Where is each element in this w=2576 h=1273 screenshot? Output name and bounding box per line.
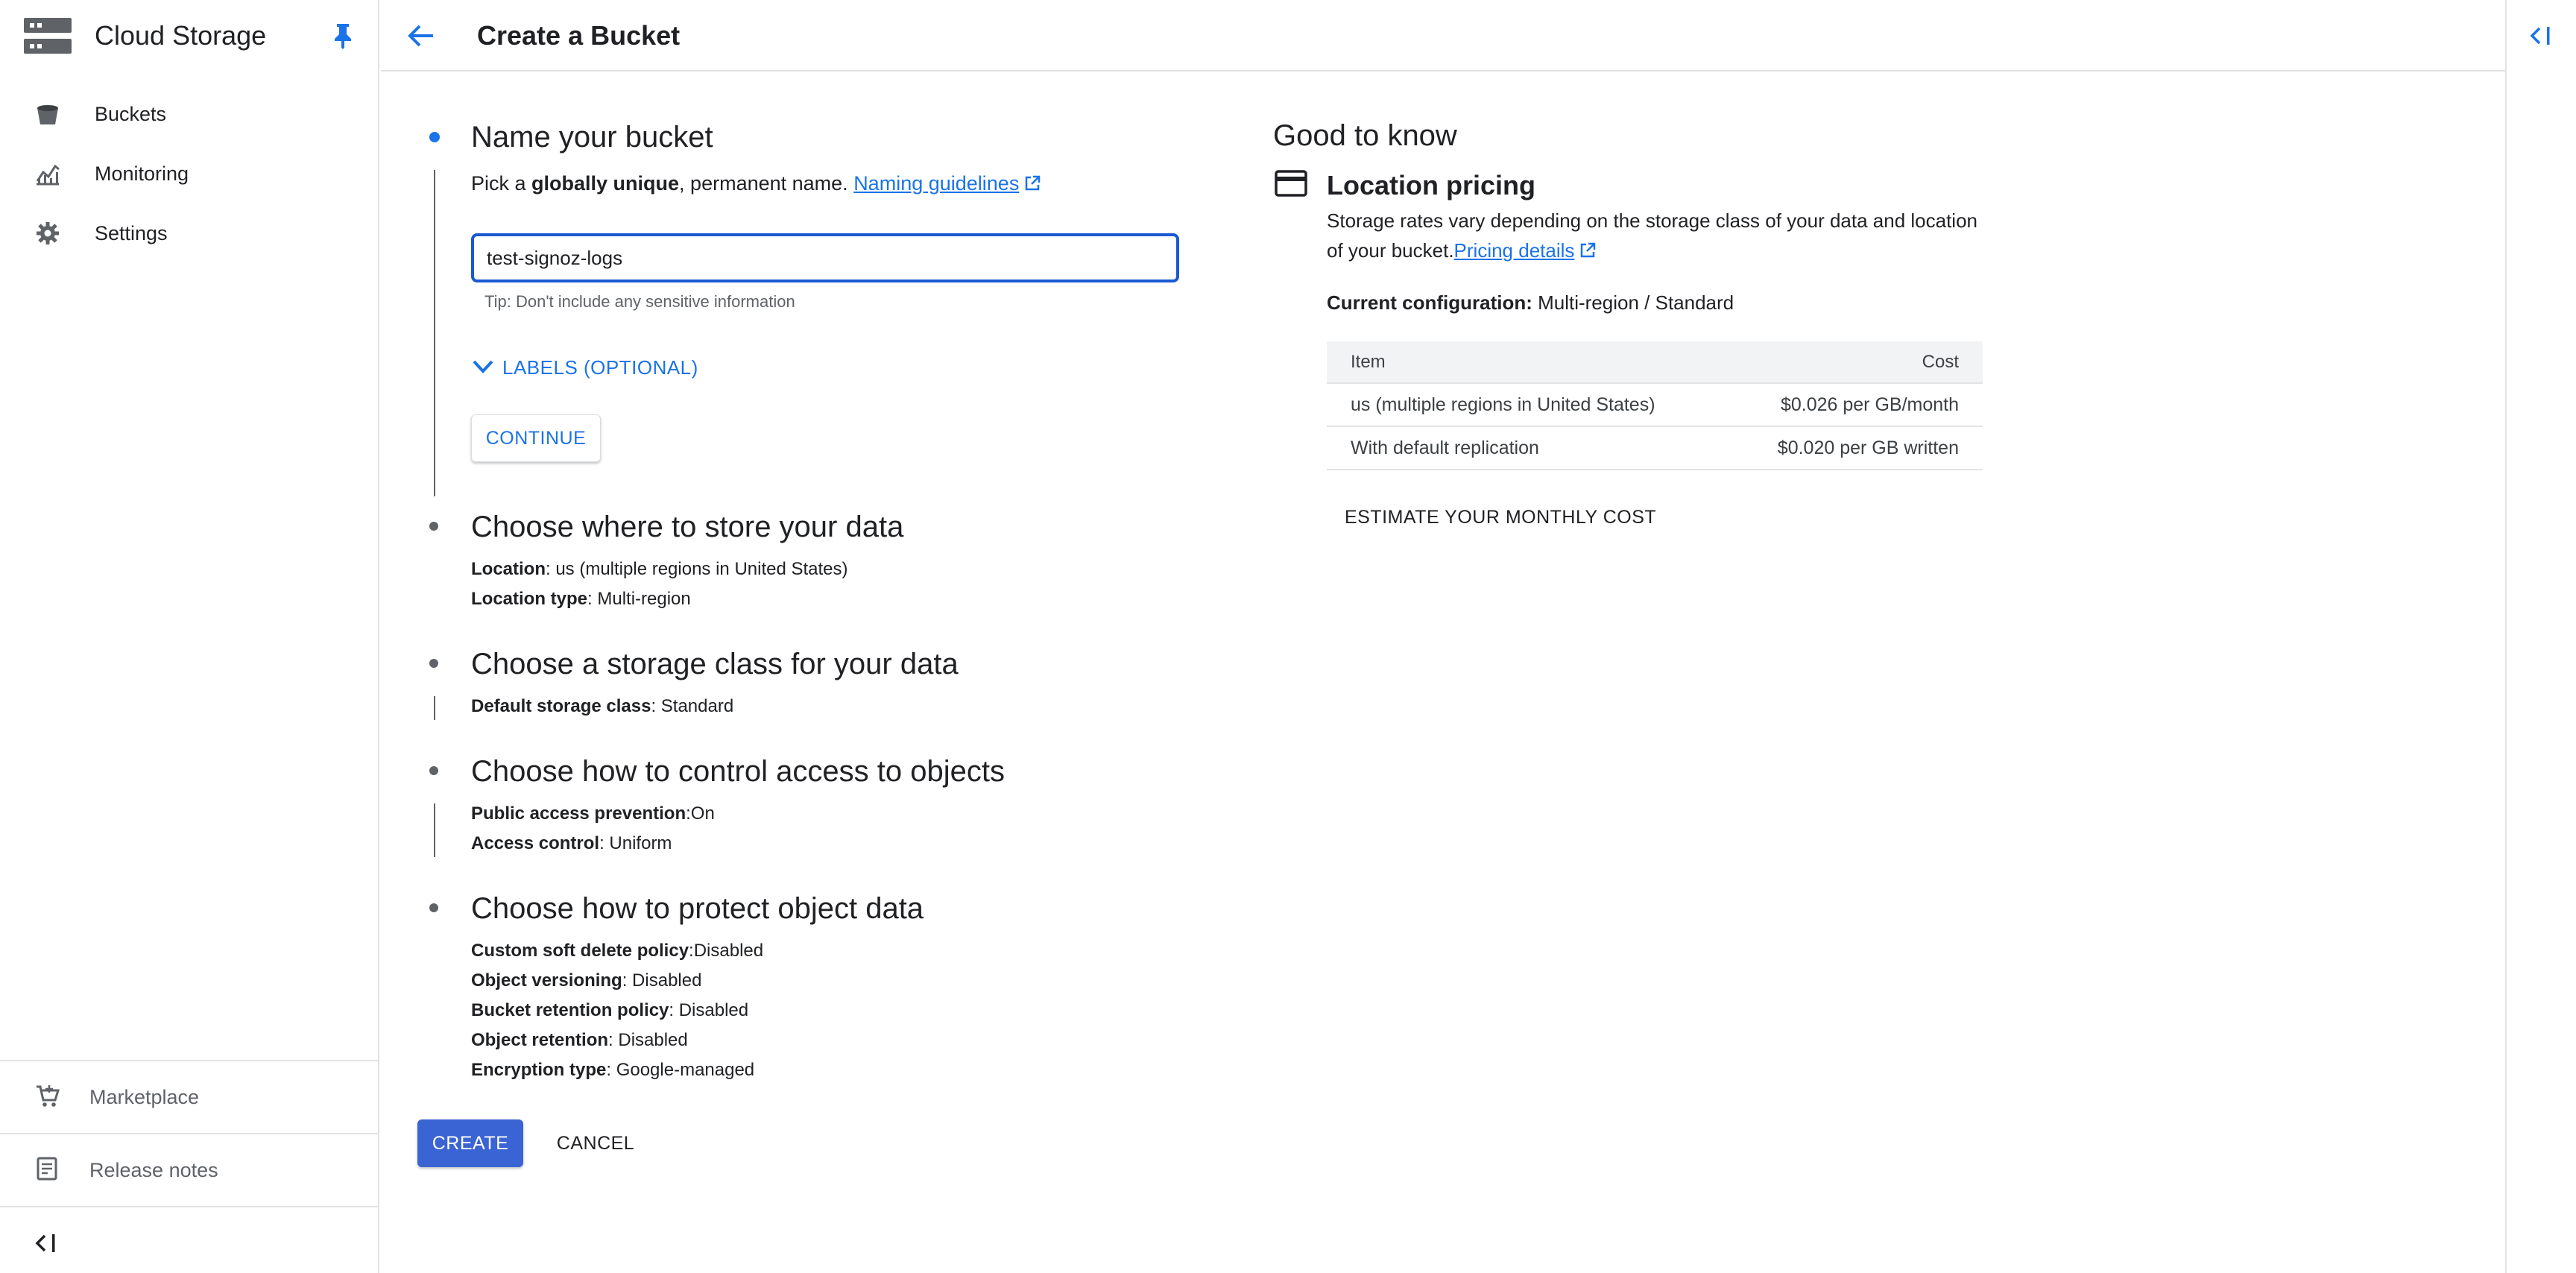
external-link-icon[interactable]: [1023, 174, 1041, 192]
sidebar-nav: Buckets Monitoring Settings: [0, 84, 378, 263]
step-connector: [434, 170, 435, 496]
location-type-summary: Location type: Multi-region: [471, 589, 691, 609]
sidebar-item-release-notes[interactable]: Release notes: [0, 1134, 378, 1206]
step-title-name-bucket[interactable]: Name your bucket: [471, 119, 713, 156]
sidebar-item-label: Marketplace: [89, 1086, 200, 1108]
object-retention-summary: Object retention: Disabled: [471, 1030, 688, 1050]
pin-icon[interactable]: [332, 22, 353, 49]
table-cell-item: us (multiple regions in United States): [1327, 383, 1725, 427]
estimate-monthly-cost-button[interactable]: ESTIMATE YOUR MONTHLY COST: [1327, 496, 1674, 538]
pricing-table: Item Cost us (multiple regions in United…: [1327, 341, 1983, 470]
app-root: Cloud Storage Buckets Monitoring Setting…: [0, 0, 2576, 1273]
expand-panel-icon[interactable]: [2528, 24, 2554, 48]
soft-delete-summary: Custom soft delete policy:Disabled: [471, 941, 764, 961]
right-rail: [2505, 0, 2576, 1273]
external-link-icon[interactable]: [1579, 241, 1597, 259]
sidebar-item-marketplace[interactable]: Marketplace: [0, 1061, 378, 1133]
versioning-summary: Object versioning: Disabled: [471, 970, 702, 991]
table-cell-item: With default replication: [1327, 426, 1725, 470]
sidebar-item-settings[interactable]: Settings: [0, 203, 378, 263]
table-cell-cost: $0.026 per GB/month: [1724, 383, 1983, 427]
step-indicator: [429, 903, 438, 912]
back-arrow-icon[interactable]: [405, 19, 438, 52]
monitoring-icon: [36, 164, 60, 186]
sidebar-item-label: Release notes: [89, 1159, 218, 1181]
step-indicator: [429, 522, 438, 531]
encryption-summary: Encryption type: Google-managed: [471, 1060, 755, 1080]
naming-hint: Pick a globally unique, permanent name. …: [471, 170, 1041, 197]
good-to-know-title: Good to know: [1273, 119, 1457, 152]
sidebar-item-label: Buckets: [95, 103, 167, 125]
step-title-storage-class[interactable]: Choose a storage class for your data: [471, 645, 959, 683]
table-row: With default replication $0.020 per GB w…: [1327, 426, 1983, 470]
step-indicator: [429, 659, 438, 668]
table-row: us (multiple regions in United States) $…: [1327, 383, 1983, 427]
gear-icon: [37, 222, 59, 244]
current-configuration: Current configuration: Multi-region / St…: [1327, 291, 1734, 314]
pricing-details-link[interactable]: Pricing details: [1454, 239, 1575, 262]
hint-bold: globally unique: [531, 172, 680, 195]
chevron-down-icon: [473, 360, 493, 373]
storage-icon: [24, 18, 72, 54]
step-connector: [434, 803, 435, 857]
step-indicator: [429, 766, 438, 775]
input-tip: Tip: Don't include any sensitive informa…: [484, 292, 795, 311]
top-bar: Create a Bucket: [381, 0, 2505, 72]
column-header-cost: Cost: [1724, 341, 1983, 384]
sidebar-header: Cloud Storage: [0, 0, 378, 72]
sidebar-item-label: Monitoring: [95, 162, 189, 185]
step-title-access-control[interactable]: Choose how to control access to objects: [471, 753, 1005, 790]
sidebar-item-buckets[interactable]: Buckets: [0, 84, 378, 144]
sidebar-item-monitoring[interactable]: Monitoring: [0, 144, 378, 203]
bucket-name-input[interactable]: [471, 233, 1179, 282]
left-sidebar: Cloud Storage Buckets Monitoring Setting…: [0, 0, 379, 1273]
collapse-sidebar-icon[interactable]: [33, 1231, 60, 1255]
retention-policy-summary: Bucket retention policy: Disabled: [471, 1000, 749, 1020]
step-connector: [434, 696, 435, 720]
release-notes-icon: [37, 1157, 57, 1181]
location-pricing-title: Location pricing: [1327, 170, 1536, 200]
public-access-summary: Public access prevention:On: [471, 803, 715, 824]
step-title-location[interactable]: Choose where to store your data: [471, 508, 903, 546]
table-cell-cost: $0.020 per GB written: [1724, 426, 1983, 470]
page-title: Create a Bucket: [477, 20, 681, 51]
step-indicator-active: [429, 132, 440, 142]
product-title: Cloud Storage: [95, 20, 267, 51]
labels-toggle-label: LABELS (OPTIONAL): [502, 356, 698, 379]
cancel-button[interactable]: CANCEL: [549, 1119, 643, 1167]
location-pricing-description: Storage rates vary depending on the stor…: [1327, 209, 1978, 262]
continue-button[interactable]: CONTINUE: [471, 414, 601, 462]
column-header-item: Item: [1327, 341, 1725, 384]
access-control-summary: Access control: Uniform: [471, 833, 672, 853]
bucket-icon: [37, 105, 58, 124]
location-summary: Location: us (multiple regions in United…: [471, 559, 848, 579]
hint-text: Pick a: [471, 172, 532, 195]
naming-guidelines-link[interactable]: Naming guidelines: [853, 172, 1019, 195]
cart-icon: [37, 1085, 60, 1107]
hint-text: , permanent name.: [679, 172, 854, 195]
step-title-data-protection[interactable]: Choose how to protect object data: [471, 890, 924, 927]
sidebar-item-label: Settings: [95, 222, 168, 244]
sidebar-divider: [0, 1206, 378, 1207]
create-button[interactable]: CREATE: [417, 1119, 523, 1167]
storage-class-summary: Default storage class: Standard: [471, 696, 734, 716]
credit-card-icon: [1275, 170, 1307, 197]
table-header-row: Item Cost: [1327, 341, 1983, 384]
